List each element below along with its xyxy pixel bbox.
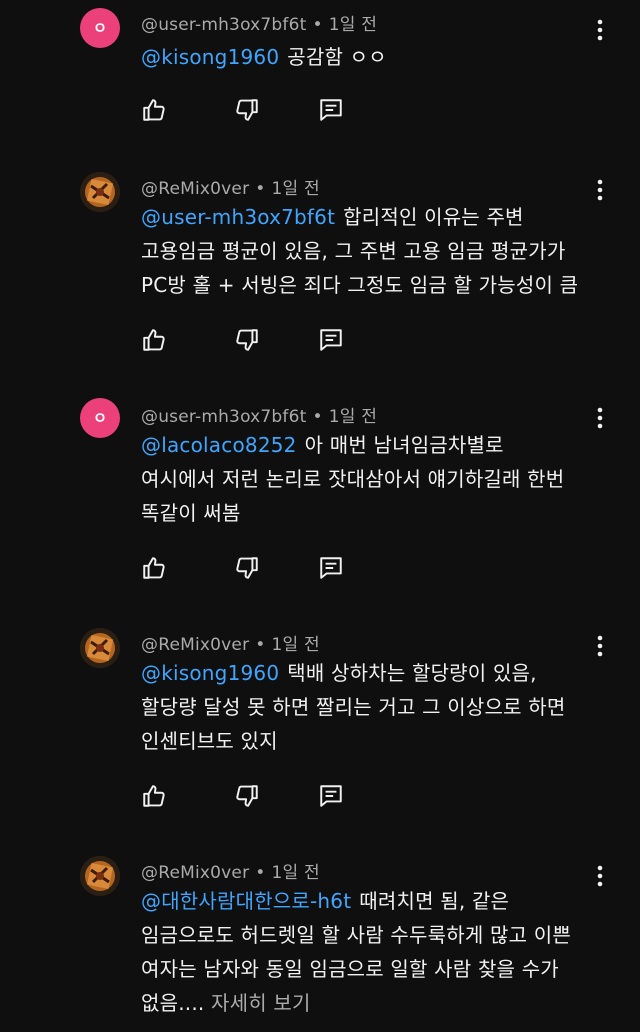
read-more-link[interactable]: 자세히 보기 [211, 991, 311, 1015]
like-button[interactable] [140, 782, 168, 810]
comment-text: @kisong1960 공감함 ㅇㅇ [141, 40, 611, 74]
reply-icon [318, 327, 344, 353]
avatar[interactable] [80, 628, 120, 668]
more-vert-icon[interactable] [590, 18, 610, 42]
comment-meta: @ReMix0ver • 1일 전 [141, 858, 320, 883]
comment-actions [140, 96, 380, 124]
mention-link[interactable]: @lacolaco8252 [141, 433, 297, 457]
avatar-image [80, 628, 120, 668]
comment-line: 공감함 ㅇㅇ [287, 45, 387, 69]
meta-separator: • [255, 635, 266, 655]
comment-line: 아 매번 남녀임금차별로 [304, 433, 504, 457]
comment-line: 여시에서 저런 논리로 잣대삼아서 얘기하길래 한번 [141, 467, 565, 491]
avatar[interactable]: ㅇ [80, 8, 120, 48]
more-vert-icon[interactable] [590, 178, 610, 202]
comment-author[interactable]: @ReMix0ver [141, 863, 249, 883]
meta-separator: • [312, 15, 323, 35]
dislike-button[interactable] [233, 326, 261, 354]
meta-separator: • [312, 407, 323, 427]
comment-time: 1일 전 [328, 15, 378, 35]
reply-button[interactable] [317, 554, 345, 582]
avatar-image [80, 856, 120, 896]
thumb-up-icon [141, 97, 167, 123]
comment-line: 임금으로도 허드렛일 할 사람 수두룩하게 많고 이쁜 [141, 923, 571, 947]
reply-icon [318, 783, 344, 809]
reply-icon [318, 555, 344, 581]
comment-text: @kisong1960 택배 상하차는 할당량이 있음, 할당량 달성 못 하면 … [141, 656, 611, 758]
comment-line: 때려치면 됨, 같은 [359, 889, 510, 913]
comment-time: 1일 전 [271, 863, 320, 883]
comment-line: 인센티브도 있지 [141, 729, 278, 753]
like-button[interactable] [140, 326, 168, 354]
comment-line: 고용임금 평균이 있음, 그 주변 고용 임금 평균가가 [141, 239, 566, 263]
comment-actions [140, 782, 380, 810]
dislike-button[interactable] [233, 782, 261, 810]
avatar[interactable]: ㅇ [80, 398, 120, 438]
more-vert-icon[interactable] [590, 406, 610, 430]
comment-line: 합리적인 이유는 주변 [343, 205, 524, 229]
dislike-button[interactable] [233, 554, 261, 582]
comment-time: 1일 전 [271, 635, 320, 655]
thumb-down-icon [234, 97, 260, 123]
mention-link[interactable]: @user-mh3ox7bf6t [141, 205, 335, 229]
comment-meta: @user-mh3ox7bf6t • 1일 전 [141, 402, 377, 427]
avatar[interactable] [80, 172, 120, 212]
like-button[interactable] [140, 96, 168, 124]
comment-meta: @user-mh3ox7bf6t • 1일 전 [141, 10, 377, 35]
thumb-up-icon [141, 555, 167, 581]
more-vert-icon[interactable] [590, 634, 610, 658]
comment-text: @lacolaco8252 아 매번 남녀임금차별로 여시에서 저런 논리로 잣대… [141, 428, 611, 530]
comment-author[interactable]: @ReMix0ver [141, 179, 249, 199]
comment-line: 똑같이 써봄 [141, 501, 241, 525]
comment-author[interactable]: @ReMix0ver [141, 635, 249, 655]
mention-link[interactable]: @대한사람대한으로-h6t [141, 889, 351, 913]
comment-text: @대한사람대한으로-h6t 때려치면 됨, 같은 임금으로도 허드렛일 할 사람 … [141, 884, 611, 1020]
comment-meta: @ReMix0ver • 1일 전 [141, 630, 320, 655]
comment-line: 여자는 남자와 동일 임금으로 일할 사람 찾을 수가 [141, 957, 559, 981]
comment-line: 할당량 달성 못 하면 짤리는 거고 그 이상으로 하면 [141, 695, 566, 719]
thumb-up-icon [141, 783, 167, 809]
comment-time: 1일 전 [328, 407, 378, 427]
comment-actions [140, 554, 380, 582]
comment-line: 없음.... [141, 991, 205, 1015]
avatar[interactable] [80, 856, 120, 896]
comment-author[interactable]: @user-mh3ox7bf6t [141, 15, 307, 35]
mention-link[interactable]: @kisong1960 [141, 45, 279, 69]
thumb-down-icon [234, 327, 260, 353]
reply-button[interactable] [317, 96, 345, 124]
comment-line: PC방 홀 + 서빙은 죄다 그정도 임금 할 가능성이 큼 [141, 273, 579, 297]
like-button[interactable] [140, 554, 168, 582]
thumb-up-icon [141, 327, 167, 353]
comment-time: 1일 전 [271, 179, 320, 199]
dislike-button[interactable] [233, 96, 261, 124]
meta-separator: • [255, 863, 266, 883]
thumb-down-icon [234, 555, 260, 581]
mention-link[interactable]: @kisong1960 [141, 661, 279, 685]
reply-button[interactable] [317, 326, 345, 354]
comment-actions [140, 326, 380, 354]
meta-separator: • [255, 179, 266, 199]
comment-meta: @ReMix0ver • 1일 전 [141, 174, 320, 199]
reply-button[interactable] [317, 782, 345, 810]
comment-author[interactable]: @user-mh3ox7bf6t [141, 407, 307, 427]
reply-icon [318, 97, 344, 123]
comment-text: @user-mh3ox7bf6t 합리적인 이유는 주변 고용임금 평균이 있음,… [141, 200, 611, 302]
comment-line: 택배 상하차는 할당량이 있음, [287, 661, 537, 685]
thumb-down-icon [234, 783, 260, 809]
avatar-image [80, 172, 120, 212]
